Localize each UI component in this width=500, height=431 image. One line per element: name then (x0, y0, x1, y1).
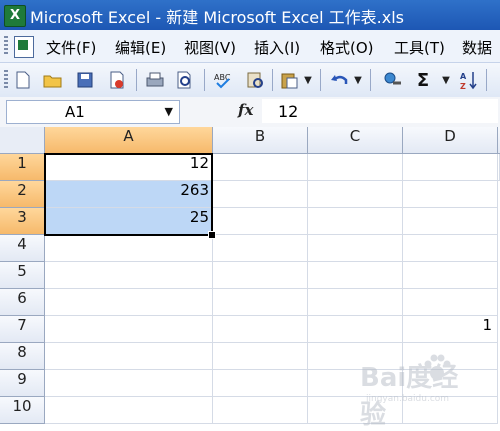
cell-b1[interactable] (213, 154, 308, 181)
title-bar: X Microsoft Excel - 新建 Microsoft Excel 工… (0, 0, 500, 30)
fill-handle[interactable] (208, 231, 216, 239)
save-icon[interactable] (74, 69, 96, 91)
cell-b6[interactable] (213, 289, 308, 316)
menu-view[interactable]: 视图(V) (184, 37, 236, 58)
svg-text:A: A (460, 72, 467, 81)
row-header-8[interactable]: 8 (0, 343, 45, 370)
cell-d3[interactable] (403, 208, 498, 235)
menu-bar: 文件(F) 编辑(E) 视图(V) 插入(I) 格式(O) 工具(T) 数据 (0, 30, 500, 63)
cell-c6[interactable] (308, 289, 403, 316)
column-header-b[interactable]: B (213, 127, 308, 154)
cell-d2[interactable] (403, 181, 498, 208)
menu-tools[interactable]: 工具(T) (394, 37, 445, 58)
toolbar-separator (370, 69, 371, 91)
menu-insert[interactable]: 插入(I) (254, 37, 300, 58)
workbook-icon[interactable] (14, 36, 34, 58)
cell-a7[interactable] (45, 316, 213, 343)
sort-ascending-icon[interactable]: AZ (458, 69, 480, 91)
cell-c1[interactable] (308, 154, 403, 181)
cell-d6[interactable] (403, 289, 498, 316)
column-header-a[interactable]: A (45, 127, 213, 154)
cell-b9[interactable] (213, 370, 308, 397)
cell-d5[interactable] (403, 262, 498, 289)
row-header-7[interactable]: 7 (0, 316, 45, 343)
cell-b5[interactable] (213, 262, 308, 289)
toolbar-separator (272, 69, 273, 91)
print-icon[interactable] (144, 69, 166, 91)
menu-grip-handle[interactable] (4, 36, 8, 56)
menu-format[interactable]: 格式(O) (320, 37, 374, 58)
research-icon[interactable] (244, 69, 266, 91)
menu-edit[interactable]: 编辑(E) (115, 37, 166, 58)
watermark-url: jingyan.baidu.com (366, 394, 450, 404)
undo-dropdown-icon[interactable]: ▼ (352, 69, 364, 91)
new-icon[interactable] (12, 69, 34, 91)
select-all-corner[interactable] (0, 127, 45, 154)
baidu-watermark: Bai度经验 jingyan.baidu.com (350, 349, 468, 430)
svg-text:Z: Z (460, 82, 466, 90)
autosum-dropdown-icon[interactable]: ▼ (440, 69, 452, 91)
cell-c3[interactable] (308, 208, 403, 235)
row-header-4[interactable]: 4 (0, 235, 45, 262)
cell-b8[interactable] (213, 343, 308, 370)
cell-d1[interactable] (403, 154, 498, 181)
cell-e7[interactable]: 1 (478, 316, 500, 343)
worksheet-grid: A B C D 1 2 3 4 5 6 7 8 9 10 12 263 25 1… (0, 127, 500, 430)
autosum-icon[interactable]: Σ (412, 69, 434, 91)
formula-input[interactable]: 12 (262, 99, 498, 123)
toolbar-separator (204, 69, 205, 91)
row-header-6[interactable]: 6 (0, 289, 45, 316)
excel-app-icon[interactable]: X (4, 5, 26, 27)
cell-c4[interactable] (308, 235, 403, 262)
standard-toolbar: ABC ▼ ▼ Σ ▼ AZ (0, 63, 500, 98)
toolbar-separator (320, 69, 321, 91)
cell-a8[interactable] (45, 343, 213, 370)
spelling-icon[interactable]: ABC (212, 69, 234, 91)
name-box-value: A1 (65, 103, 85, 121)
row-header-5[interactable]: 5 (0, 262, 45, 289)
cell-a6[interactable] (45, 289, 213, 316)
name-box[interactable]: A1 ▼ (6, 100, 180, 124)
undo-icon[interactable] (328, 69, 350, 91)
row-header-3[interactable]: 3 (0, 208, 45, 235)
cell-a2[interactable]: 263 (45, 181, 213, 208)
cell-b7[interactable] (213, 316, 308, 343)
window-title: Microsoft Excel - 新建 Microsoft Excel 工作表… (30, 8, 405, 27)
cell-d4[interactable] (403, 235, 498, 262)
row-header-1[interactable]: 1 (0, 154, 45, 181)
column-header-c[interactable]: C (308, 127, 403, 154)
cell-c5[interactable] (308, 262, 403, 289)
print-preview-icon[interactable] (174, 69, 196, 91)
cell-a9[interactable] (45, 370, 213, 397)
menu-file[interactable]: 文件(F) (46, 37, 96, 58)
paste-icon[interactable] (278, 69, 300, 91)
cell-a1[interactable]: 12 (45, 154, 213, 181)
toolbar-separator (136, 69, 137, 91)
permission-icon[interactable] (106, 69, 128, 91)
row-header-10[interactable]: 10 (0, 397, 45, 424)
cell-b4[interactable] (213, 235, 308, 262)
cell-a4[interactable] (45, 235, 213, 262)
formula-value: 12 (278, 102, 299, 121)
hyperlink-icon[interactable] (382, 69, 404, 91)
cell-b10[interactable] (213, 397, 308, 424)
column-header-d[interactable]: D (403, 127, 498, 154)
row-header-2[interactable]: 2 (0, 181, 45, 208)
open-icon[interactable] (42, 69, 64, 91)
formula-bar: A1 ▼ fx 12 (0, 97, 500, 128)
cell-c7[interactable] (308, 316, 403, 343)
paste-dropdown-icon[interactable]: ▼ (302, 69, 314, 91)
name-box-dropdown-icon[interactable]: ▼ (165, 105, 173, 118)
cell-a3[interactable]: 25 (45, 208, 213, 235)
menu-data[interactable]: 数据 (462, 37, 492, 58)
insert-function-icon[interactable]: fx (238, 101, 253, 119)
cell-a10[interactable] (45, 397, 213, 424)
cell-a5[interactable] (45, 262, 213, 289)
toolbar-grip-handle[interactable] (4, 70, 8, 90)
cell-b3[interactable] (213, 208, 308, 235)
row-header-9[interactable]: 9 (0, 370, 45, 397)
cell-b2[interactable] (213, 181, 308, 208)
cell-c2[interactable] (308, 181, 403, 208)
toolbar-separator (486, 69, 487, 91)
